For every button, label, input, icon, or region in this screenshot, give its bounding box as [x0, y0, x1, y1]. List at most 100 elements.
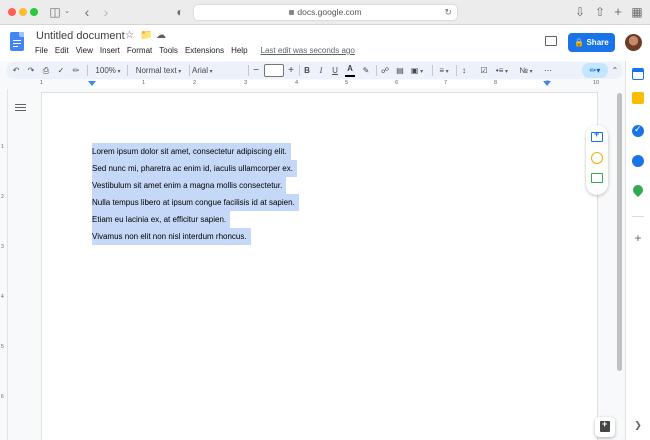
toolbar-divider: [432, 65, 433, 76]
zoom-select[interactable]: 100%: [91, 64, 125, 77]
share-icon[interactable]: ⇧: [593, 4, 607, 20]
maps-icon[interactable]: [630, 182, 646, 198]
toolbar-divider: [299, 65, 300, 76]
link-icon[interactable]: ☍: [379, 64, 391, 77]
emoji-reaction-icon[interactable]: [591, 152, 603, 164]
comment-icon[interactable]: ▤: [394, 64, 406, 77]
toolbar-divider: [127, 65, 128, 76]
paragraph[interactable]: Lorem ipsum dolor sit amet, consectetur …: [92, 143, 291, 160]
menu-extensions[interactable]: Extensions: [185, 46, 224, 55]
menu-view[interactable]: View: [76, 46, 93, 55]
star-icon[interactable]: ☆: [125, 30, 134, 41]
menu-bar: File Edit View Insert Format Tools Exten…: [35, 46, 355, 55]
last-edit-link[interactable]: Last edit was seconds ago: [261, 46, 355, 55]
highlight-icon[interactable]: ✎: [360, 64, 372, 77]
spellcheck-icon[interactable]: ✓: [55, 64, 67, 77]
reload-icon[interactable]: ↻: [444, 7, 452, 18]
increase-font-size-button[interactable]: +: [285, 64, 297, 77]
explore-icon: [600, 419, 610, 432]
paragraph[interactable]: Sed nunc mi, pharetra ac enim id, iaculi…: [92, 160, 297, 177]
floating-action-bar: [586, 125, 608, 195]
address-bar[interactable]: docs.google.com ↻: [193, 4, 458, 21]
ruler-tick: 2: [1, 194, 4, 200]
avatar[interactable]: [625, 34, 642, 51]
ruler-tick: 6: [1, 394, 4, 400]
scrollbar-thumb[interactable]: [617, 93, 622, 371]
checklist-icon[interactable]: ☑: [478, 64, 490, 77]
new-tab-icon[interactable]: +: [612, 4, 624, 20]
document-canvas: Lorem ipsum dolor sit amet, consectetur …: [9, 89, 615, 440]
url-text: docs.google.com: [194, 7, 457, 17]
menu-help[interactable]: Help: [231, 46, 247, 55]
collapse-menus-icon[interactable]: ⌃: [609, 64, 621, 77]
toolbar-divider: [189, 65, 190, 76]
ruler-tick: 3: [1, 244, 4, 250]
keep-icon[interactable]: [632, 92, 644, 104]
document-page[interactable]: Lorem ipsum dolor sit amet, consectetur …: [42, 93, 597, 440]
chevron-down-icon[interactable]: ⌄: [63, 4, 71, 20]
image-icon[interactable]: ▣: [408, 64, 426, 77]
font-select[interactable]: Arial: [192, 64, 246, 77]
toolbar-divider: [87, 65, 88, 76]
decrease-font-size-button[interactable]: −: [250, 64, 262, 77]
share-button[interactable]: 🔒 Share: [568, 33, 615, 52]
cloud-status-icon[interactable]: ☁: [156, 30, 166, 41]
ruler-tick: 5: [1, 344, 4, 350]
more-options-icon[interactable]: ⋯: [542, 64, 554, 77]
move-folder-icon[interactable]: 📁: [140, 30, 152, 41]
docs-logo-icon[interactable]: [10, 32, 24, 51]
document-title[interactable]: Untitled document: [36, 30, 125, 42]
paragraph[interactable]: Nulla tempus libero at ipsum congue faci…: [92, 194, 299, 211]
style-select[interactable]: Normal text: [131, 64, 186, 77]
menu-insert[interactable]: Insert: [100, 46, 120, 55]
add-comment-icon[interactable]: [591, 129, 603, 142]
shield-icon[interactable]: ◐: [174, 4, 186, 20]
numbered-list-icon[interactable]: №: [517, 64, 535, 77]
bulleted-list-icon[interactable]: •≡: [493, 64, 511, 77]
chevron-right-icon[interactable]: ❯: [632, 420, 644, 431]
menu-edit[interactable]: Edit: [55, 46, 69, 55]
menu-format[interactable]: Format: [127, 46, 152, 55]
contacts-icon[interactable]: [632, 155, 644, 167]
comment-history-icon[interactable]: [545, 36, 557, 46]
line-spacing-icon[interactable]: ↕: [458, 64, 470, 77]
italic-button[interactable]: I: [315, 64, 327, 77]
paragraph[interactable]: Vivamus non elit non nisl interdum rhonc…: [92, 228, 251, 245]
calendar-icon[interactable]: [632, 68, 644, 80]
paragraph[interactable]: Etiam eu lacinia ex, at efficitur sapien…: [92, 211, 231, 228]
redo-icon[interactable]: ↷: [25, 64, 37, 77]
sidebar-toggle-icon[interactable]: ◫: [48, 4, 62, 20]
back-button[interactable]: ‹: [81, 4, 93, 20]
document-outline-icon[interactable]: [15, 103, 26, 113]
font-size-input[interactable]: [264, 64, 284, 77]
underline-button[interactable]: U: [329, 64, 341, 77]
paint-format-icon[interactable]: ✏: [70, 64, 82, 77]
right-indent-marker[interactable]: [543, 81, 551, 86]
paragraph[interactable]: Vestibulum sit amet enim a magna mollis …: [92, 177, 287, 194]
ruler-tick: 10: [593, 80, 600, 86]
align-left-icon[interactable]: ≡: [435, 64, 453, 77]
suggest-edits-icon[interactable]: [591, 173, 603, 183]
docs-header: Untitled document ☆ 📁 ☁ File Edit View I…: [0, 25, 650, 61]
close-window-button[interactable]: [8, 8, 16, 16]
explore-button[interactable]: [595, 417, 615, 437]
tab-overview-icon[interactable]: ▦: [631, 4, 643, 20]
undo-icon[interactable]: ↶: [10, 64, 22, 77]
editing-mode-button[interactable]: ✏▾: [582, 63, 608, 78]
tasks-icon[interactable]: [632, 124, 644, 137]
add-addon-icon[interactable]: +: [632, 231, 644, 245]
vertical-scrollbar[interactable]: [615, 89, 624, 440]
menu-file[interactable]: File: [35, 46, 48, 55]
bold-button[interactable]: B: [301, 64, 313, 77]
left-indent-marker[interactable]: [88, 81, 96, 86]
side-panel: + ❯: [625, 61, 650, 440]
minimize-window-button[interactable]: [19, 8, 27, 16]
zoom-window-button[interactable]: [30, 8, 38, 16]
text-color-button[interactable]: A: [344, 64, 356, 77]
print-icon[interactable]: ⎙: [40, 64, 52, 77]
vertical-ruler[interactable]: 1 2 3 4 5 6: [0, 89, 8, 440]
download-icon[interactable]: ⇩: [573, 4, 587, 20]
horizontal-ruler[interactable]: 1 1 2 3 4 5 6 7 8 9 10: [0, 79, 623, 89]
menu-tools[interactable]: Tools: [159, 46, 178, 55]
forward-button[interactable]: ›: [100, 4, 112, 20]
